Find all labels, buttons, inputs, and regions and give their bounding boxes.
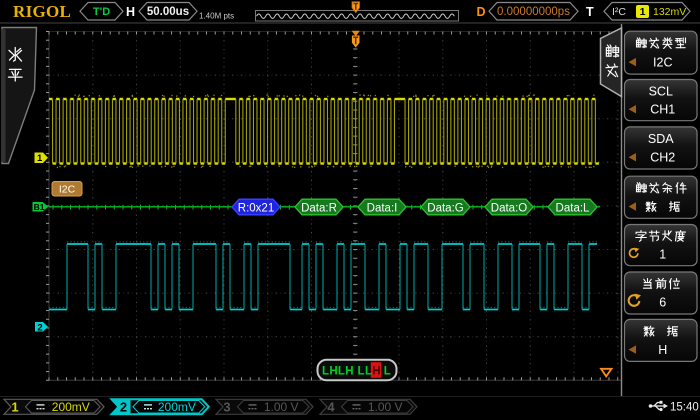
svg-text:D: D — [477, 5, 486, 19]
svg-text:I²C: I²C — [612, 6, 626, 18]
svg-text:I2C: I2C — [59, 184, 76, 196]
svg-text:R:0x21: R:0x21 — [238, 202, 274, 214]
svg-text:LL: LL — [358, 365, 373, 377]
svg-text:200mV: 200mV — [52, 400, 90, 414]
svg-text:RIGOL: RIGOL — [13, 2, 71, 21]
svg-text:Data:L: Data:L — [556, 202, 590, 214]
svg-text:50.00us: 50.00us — [147, 6, 189, 18]
svg-text:H: H — [126, 5, 135, 19]
svg-text:15:40: 15:40 — [670, 402, 699, 414]
svg-text:2: 2 — [120, 399, 127, 414]
svg-text:H: H — [658, 343, 667, 357]
svg-text:Data:R: Data:R — [301, 202, 337, 214]
svg-text:CH2: CH2 — [650, 151, 675, 165]
svg-text:2: 2 — [37, 322, 42, 333]
svg-text:H: H — [372, 365, 380, 377]
svg-text:Data:I: Data:I — [367, 202, 398, 214]
svg-text:SCL: SCL — [649, 85, 673, 99]
svg-text:3: 3 — [223, 399, 230, 414]
svg-text:SDA: SDA — [648, 132, 674, 146]
svg-text:1.40M pts: 1.40M pts — [199, 12, 234, 21]
svg-text:0.00000000ps: 0.00000000ps — [497, 6, 570, 18]
svg-text:6: 6 — [659, 296, 666, 310]
svg-text:CH1: CH1 — [650, 103, 675, 117]
svg-text:1.00 V: 1.00 V — [368, 400, 403, 414]
svg-text:T'D: T'D — [93, 6, 110, 18]
svg-text:200mV: 200mV — [158, 400, 196, 414]
svg-text:132mV: 132mV — [653, 6, 686, 18]
svg-text:Data:O: Data:O — [491, 202, 527, 214]
svg-text:4: 4 — [327, 399, 335, 414]
svg-text:B1: B1 — [34, 202, 45, 212]
svg-text:Data:G: Data:G — [427, 202, 463, 214]
svg-text:1: 1 — [659, 248, 666, 262]
svg-text:1.00 V: 1.00 V — [264, 400, 299, 414]
svg-text:L: L — [384, 365, 391, 377]
svg-text:LHLH: LHLH — [322, 365, 354, 377]
svg-text:1: 1 — [11, 399, 18, 414]
svg-text:I2C: I2C — [653, 56, 672, 70]
svg-text:T: T — [586, 5, 594, 19]
svg-text:1: 1 — [640, 6, 646, 18]
svg-text:1: 1 — [37, 153, 43, 164]
